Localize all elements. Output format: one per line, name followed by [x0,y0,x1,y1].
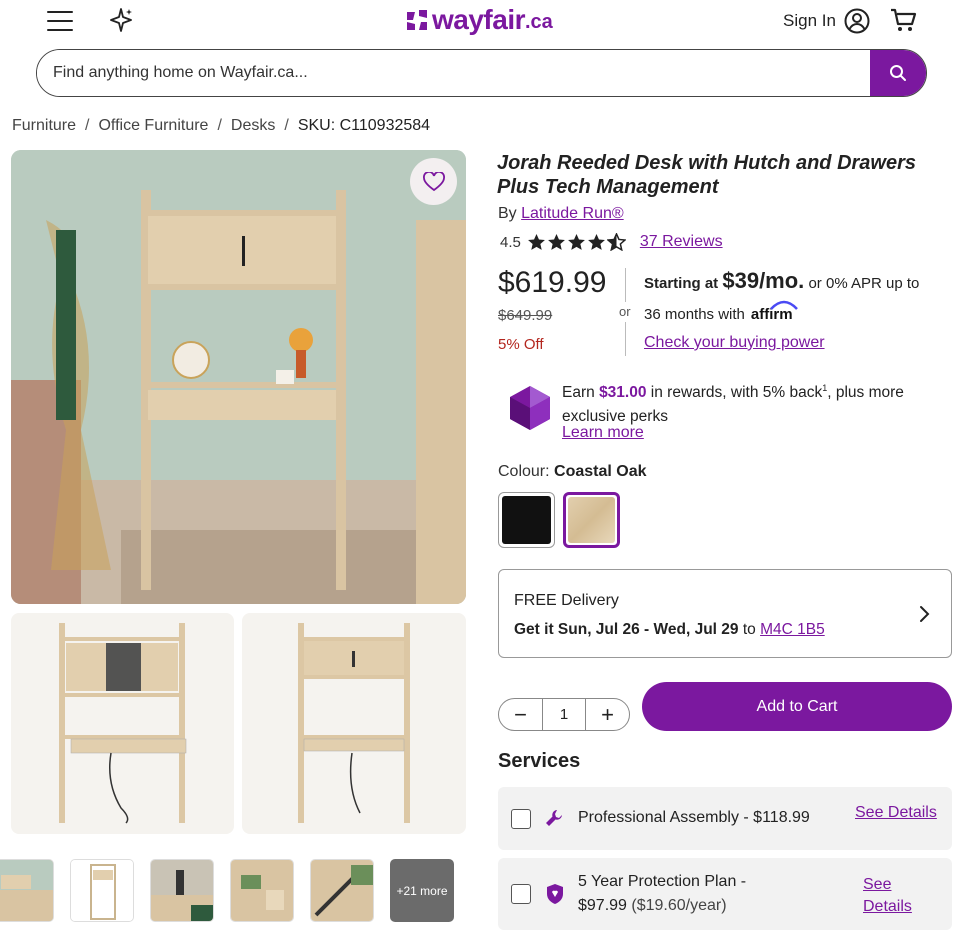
breadcrumb-office-furniture[interactable]: Office Furniture [98,117,208,135]
thumbnail-5[interactable] [310,859,374,922]
star-icon [527,233,545,250]
financing-term: 36 months with affirm [644,300,798,323]
apr-text: or 0% APR up to [808,275,920,292]
star-icon [567,233,585,250]
main-product-image[interactable] [11,150,466,604]
or-label: or [619,304,631,319]
delivery-title: FREE Delivery [514,592,619,609]
protection-per-year: ($19.60/year) [631,897,727,914]
breadcrumb: Furniture / Office Furniture / Desks / S… [12,117,430,135]
sign-in-label: Sign In [783,11,836,30]
affirm-logo: affirm [751,300,798,323]
monthly-price: $39/mo. [722,268,805,293]
by-label: By [498,205,517,222]
search-bar [36,49,927,97]
check-buying-power-link[interactable]: Check your buying power [644,334,825,352]
affirm-arc-icon [769,300,798,310]
product-image-closed[interactable] [242,613,466,834]
postal-code-link[interactable]: M4C 1B5 [760,621,825,638]
half-star-icon [606,233,626,251]
colour-value: Coastal Oak [554,463,647,480]
wrench-icon [546,810,562,826]
byline: By Latitude Run® [498,205,624,223]
sign-in-button[interactable]: Sign In [783,8,870,34]
services-heading: Services [498,750,581,772]
protection-label: 5 Year Protection Plan - $97.99 ($19.60/… [578,873,747,914]
shield-icon [547,884,563,904]
search-input[interactable] [37,50,870,96]
more-images-button[interactable]: +21 more [390,859,454,922]
divider [625,322,626,356]
increase-qty-button[interactable]: + [586,699,629,730]
product-image-open[interactable] [11,613,234,834]
logo-tld: .ca [525,11,553,33]
logo-wordmark: wayfair [432,4,526,35]
brand-link[interactable]: Latitude Run® [521,205,624,222]
product-title: Jorah Reeded Desk with Hutch and Drawers… [497,152,917,198]
protection-see-details-link[interactable]: See Details [863,874,912,918]
quantity-stepper: − 1 + [498,698,630,731]
thumbnail-2[interactable] [70,859,134,922]
service-protection-plan: 5 Year Protection Plan - $97.99 ($19.60/… [498,858,952,930]
favorite-button[interactable] [410,158,457,205]
breadcrumb-separator: / [217,117,222,134]
delivery-card[interactable] [498,569,952,658]
discount-label: 5% Off [498,336,544,353]
account-icon [844,8,870,34]
rating-value: 4.5 [500,233,521,251]
wayfair-logo[interactable]: wayfair .ca [405,4,553,35]
breadcrumb-separator: / [284,117,289,134]
rewards-amount: $31.00 [599,384,647,402]
delivery-date: Get it Sun, Jul 26 - Wed, Jul 29 to M4C … [514,621,825,638]
rating: 4.5 37 Reviews [500,233,723,251]
thumbnail-1[interactable] [0,859,54,922]
thumbnail-4[interactable] [230,859,294,922]
service-assembly: Professional Assembly - $118.99 See Deta… [498,787,952,850]
rewards-text: Earn $31.00 in rewards, with 5% back1, p… [562,383,904,426]
star-rating [527,233,626,251]
reviews-link[interactable]: 37 Reviews [640,233,723,251]
sale-price: $619.99 [498,266,607,299]
breadcrumb-sku: SKU: C110932584 [297,117,431,134]
chevron-right-icon[interactable] [916,604,932,624]
starting-at: Starting at [644,275,719,292]
financing-line: Starting at $39/mo. or 0% APR up to [644,268,919,294]
rewards-gem-icon [508,384,552,432]
divider [625,268,626,302]
breadcrumb-separator: / [85,117,90,134]
menu-icon[interactable] [47,11,73,31]
assembly-label: Professional Assembly - $118.99 [578,809,810,826]
breadcrumb-furniture[interactable]: Furniture [12,117,76,135]
original-price: $649.99 [498,307,553,324]
decrease-qty-button[interactable]: − [499,699,542,730]
pinwheel-logo-icon [407,10,427,30]
swatch-black[interactable] [498,492,555,548]
search-icon [890,65,906,81]
assembly-checkbox[interactable] [511,809,531,829]
star-icon [547,233,565,250]
add-to-cart-button[interactable]: Add to Cart [642,682,952,731]
sparkle-ai-icon[interactable] [108,7,134,33]
colour-label: Colour: Coastal Oak [498,463,647,480]
quantity-value[interactable]: 1 [542,699,586,730]
thumbnail-3[interactable] [150,859,214,922]
swatch-coastal-oak[interactable] [563,492,620,548]
search-button[interactable] [870,50,926,96]
breadcrumb-desks[interactable]: Desks [231,117,275,135]
star-icon [587,233,605,250]
months-text: 36 months with [644,306,745,323]
protection-checkbox[interactable] [511,884,531,904]
cart-icon[interactable] [889,6,917,34]
protection-price: $97.99 [578,897,627,914]
heart-icon [422,171,445,191]
learn-more-link[interactable]: Learn more [562,424,644,442]
assembly-see-details-link[interactable]: See Details [855,802,937,824]
